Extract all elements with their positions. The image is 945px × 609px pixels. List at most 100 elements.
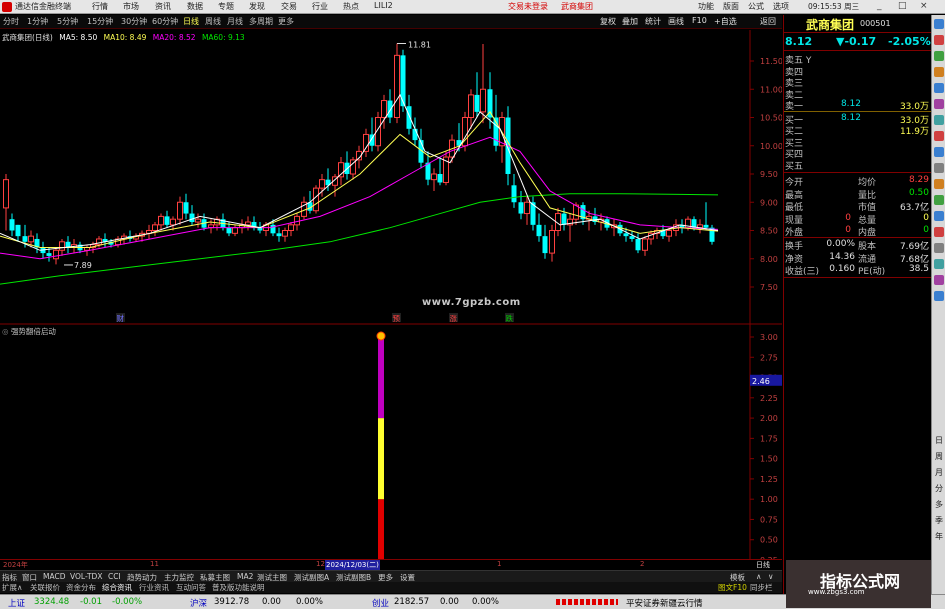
bid-row[interactable]: 买四 [784,147,931,160]
sidebar-period-item[interactable]: 月 [934,467,944,478]
menu-jiaoyi[interactable]: 交易 [281,1,297,12]
candle-body [394,54,400,119]
period-daily[interactable]: 日线 [183,16,199,27]
f10-link[interactable]: 图文F10 [718,582,747,593]
fuquan-button[interactable]: 复权 [600,16,616,27]
period-15min[interactable]: 15分钟 [87,16,113,27]
sidebar-period-item[interactable]: 日 [934,435,944,446]
menu-user[interactable]: LILI2 [374,1,393,10]
menu-gongshi[interactable]: 公式 [748,1,764,12]
sh-index-name[interactable]: 上证 [8,597,25,609]
minimize-button[interactable]: _ [877,1,882,12]
sidebar-tool-icon[interactable] [934,195,944,205]
sh-index-pct: -0.00% [112,597,143,607]
sidebar-tool-icon[interactable] [934,179,944,189]
period-monthly[interactable]: 月线 [227,16,243,27]
sidebar-tool-icon[interactable] [934,147,944,157]
close-button[interactable]: × [920,1,928,12]
stat-value: 0 [923,212,929,223]
sidebar-period-item[interactable]: 分 [934,483,944,494]
ask-row[interactable]: 卖二 [784,88,931,101]
f10-button[interactable]: F10 [692,16,707,25]
menu-shuju[interactable]: 数据 [187,1,203,12]
menu-zixun[interactable]: 资讯 [155,1,171,12]
menu-faxian[interactable]: 发现 [249,1,265,12]
sidebar-tool-icon[interactable] [934,51,944,61]
sidebar-tool-icon[interactable] [934,19,944,29]
period-fenshi[interactable]: 分时 [3,16,19,27]
bid-row[interactable]: 买三 [784,136,931,149]
menu-xuanxiang[interactable]: 选项 [773,1,789,12]
sidebar-tool-icon[interactable] [934,35,944,45]
ask-row[interactable]: 卖四 [784,65,931,78]
tab-news[interactable]: 综合资讯 [102,582,132,593]
menu-gongneng[interactable]: 功能 [698,1,714,12]
cy-index-name[interactable]: 创业 [372,597,389,609]
period-5min[interactable]: 5分钟 [57,16,78,27]
period-60min[interactable]: 60分钟 [152,16,178,27]
scroll-up-button[interactable]: ∧ [756,572,762,581]
sync-link[interactable]: 同步栏 [750,582,773,593]
ask-row[interactable]: 卖一 8.12 33.0万 [784,99,931,112]
tab-qa[interactable]: 互动问答 [176,582,206,593]
candle-body [703,224,709,228]
sidebar-tool-icon[interactable] [934,243,944,253]
menu-banmian[interactable]: 版面 [723,1,739,12]
draw-button[interactable]: 画线 [668,16,684,27]
sidebar-period-item[interactable]: 多 [934,499,944,510]
tab-help[interactable]: 普及版功能说明 [212,582,265,593]
period-more[interactable]: 更多 [278,16,294,27]
bid-row[interactable]: 买五 [784,159,931,172]
sidebar-tool-icon[interactable] [934,83,944,93]
period-1min[interactable]: 1分钟 [27,16,48,27]
stock-link[interactable]: 武商集团 [561,1,593,12]
sidebar-period-item[interactable]: 周 [934,451,944,462]
sidebar-period-item[interactable]: 年 [934,531,944,542]
stats-button[interactable]: 统计 [645,16,661,27]
sidebar-tool-icon[interactable] [934,211,944,221]
menu-hangye[interactable]: 行业 [312,1,328,12]
bid-row[interactable]: 买二 11.9万 [784,124,931,137]
scroll-down-button[interactable]: ∨ [768,572,774,581]
tab-vol[interactable]: VOL-TDX [70,572,102,581]
period-weekly[interactable]: 周线 [205,16,221,27]
bid-row[interactable]: 买一 8.12 33.0万 [784,113,931,126]
sidebar-tool-icon[interactable] [934,259,944,269]
tab-cci[interactable]: CCI [108,572,121,581]
sidebar-tool-icon[interactable] [934,163,944,173]
sidebar-tool-icon[interactable] [934,115,944,125]
kline-chart[interactable]: 11.50 11.00 10.50 10.00 9.50 9.00 8.50 8.00 7.50… [0,30,782,559]
clock: 09:15:53 周三 [808,2,860,11]
menu-hangqing[interactable]: 行情 [92,1,108,12]
trade-login-link[interactable]: 交易未登录 [508,1,548,12]
ask-row[interactable]: 卖三 [784,76,931,89]
sidebar-tool-icon[interactable] [934,291,944,301]
tab-related-quotes[interactable]: 关联报价 [30,582,60,593]
tab-ma2[interactable]: MA2 [237,572,253,581]
sidebar-period-item[interactable]: 季 [934,515,944,526]
indicator-icon[interactable]: ◎ [2,327,9,336]
back-button[interactable]: 返回 [760,16,776,27]
add-favorite-button[interactable]: +自选 [714,16,737,27]
menu-zhuanti[interactable]: 专题 [218,1,234,12]
sidebar-tool-icon[interactable] [934,99,944,109]
quote-stat-row: 收益(三) 0.160 PE(动) 38.5 [784,264,931,277]
period-multi[interactable]: 多周期 [249,16,273,27]
tab-fund-dist[interactable]: 资金分布 [66,582,96,593]
maximize-button[interactable]: □ [898,1,907,12]
menu-redian[interactable]: 热点 [343,1,359,12]
tab-industry-news[interactable]: 行业资讯 [139,582,169,593]
sidebar-tool-icon[interactable] [934,67,944,77]
price-change: ▼-0.17 [836,35,877,48]
sidebar-tool-icon[interactable] [934,275,944,285]
ask-row[interactable]: 卖五 Y [784,53,931,66]
tab-expand[interactable]: 扩展∧ [2,582,23,593]
overlay-button[interactable]: 叠加 [622,16,638,27]
period-30min[interactable]: 30分钟 [121,16,147,27]
sidebar-tool-icon[interactable] [934,227,944,237]
tab-macd[interactable]: MACD [43,572,65,581]
sidebar-tool-icon[interactable] [934,131,944,141]
candle-body [313,187,319,212]
menu-shichang[interactable]: 市场 [123,1,139,12]
hs-index-name[interactable]: 沪深 [190,597,207,609]
